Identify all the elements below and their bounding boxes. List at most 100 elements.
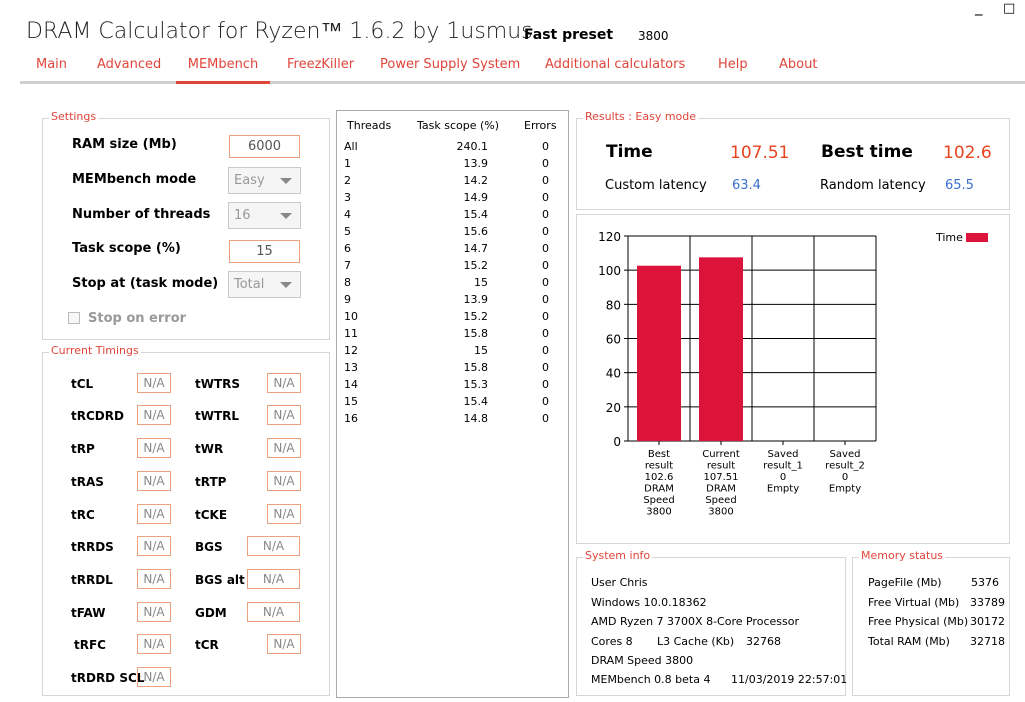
time-value: 107.51 <box>730 143 790 163</box>
thread-cell: 9 <box>344 293 351 306</box>
memory-label: Total RAM (Mb) <box>868 635 950 648</box>
timing-value: N/A <box>137 569 171 589</box>
tab-help[interactable]: Help <box>718 56 748 81</box>
results-group: Results : Easy mode Time 107.51 Best tim… <box>576 110 1010 210</box>
x-tick-label: DRAM <box>644 484 674 495</box>
thread-cell: 13 <box>344 361 358 374</box>
legend-label: Time <box>935 231 963 244</box>
timing-label: tRFC <box>74 638 106 652</box>
x-tick-label: 102.6 <box>645 472 674 483</box>
minimize-button[interactable]: _ <box>975 0 983 16</box>
timing-value: N/A <box>137 602 171 622</box>
timing-label: BGS alt <box>195 573 245 587</box>
x-tick-label: Speed <box>643 495 674 506</box>
ram-size-label: RAM size (Mb) <box>72 137 177 152</box>
membench-mode-select[interactable]: Easy <box>228 167 301 194</box>
stop-at-label: Stop at (task mode) <box>72 276 219 291</box>
table-row: 13 15.8 0 <box>337 361 568 378</box>
system-cores: Cores 8 <box>591 635 633 648</box>
thread-cell: 6 <box>344 242 351 255</box>
errors-cell: 0 <box>542 225 549 238</box>
tab-main[interactable]: Main <box>36 56 67 81</box>
timing-value: N/A <box>137 634 171 654</box>
threads-label: Number of threads <box>72 207 211 222</box>
maximize-button[interactable]: □ <box>1003 1 1015 16</box>
task-scope-input[interactable]: 15 <box>229 240 300 263</box>
legend-swatch <box>966 233 988 242</box>
tab-membench[interactable]: MEMbench <box>176 56 270 84</box>
task-scope-cell: 15.2 <box>463 259 489 272</box>
errors-cell: 0 <box>542 140 549 153</box>
system-cpu: AMD Ryzen 7 3700X 8-Core Processor <box>591 615 799 628</box>
x-tick-label: Saved <box>768 449 799 460</box>
thread-cell: 4 <box>344 208 351 221</box>
membench-mode-label: MEMbench mode <box>72 172 197 187</box>
table-row: 6 14.7 0 <box>337 242 568 259</box>
task-scope-cell: 240.1 <box>456 140 489 153</box>
stop-on-error-checkbox[interactable] <box>68 312 80 324</box>
membench-mode-value: Easy <box>234 173 265 188</box>
x-tick-label: result <box>645 461 673 472</box>
timing-label: tWTRS <box>195 377 241 391</box>
tab-additional-calculators[interactable]: Additional calculators <box>545 56 685 81</box>
custom-latency-value: 63.4 <box>732 178 761 193</box>
chart-bar <box>637 265 681 441</box>
tab-about[interactable]: About <box>779 56 817 81</box>
threads-select[interactable]: 16 <box>228 202 301 229</box>
x-tick-label: Empty <box>829 484 861 495</box>
memory-status-group-label: Memory status <box>859 549 946 562</box>
settings-group: Settings RAM size (Mb) 6000 MEMbench mod… <box>42 110 330 340</box>
thread-cell: All <box>344 140 358 153</box>
timing-value: N/A <box>247 536 300 556</box>
tab-power-supply-system[interactable]: Power Supply System <box>380 56 520 81</box>
thread-cell: 2 <box>344 174 351 187</box>
timing-label: tWTRL <box>195 409 240 423</box>
timing-value: N/A <box>137 405 171 425</box>
stop-at-select[interactable]: Total <box>228 271 301 298</box>
timing-value: N/A <box>137 438 171 458</box>
tab-bar: Main Advanced MEMbench FreezKiller Power… <box>20 56 1025 84</box>
errors-cell: 0 <box>542 327 549 340</box>
errors-cell: 0 <box>542 378 549 391</box>
timing-label: tRAS <box>71 475 104 489</box>
errors-cell: 0 <box>542 412 549 425</box>
system-l3-value: 32768 <box>746 635 781 648</box>
timings-group-label: Current Timings <box>49 344 141 357</box>
x-tick-label: result <box>707 461 735 472</box>
system-dram-speed: DRAM Speed 3800 <box>591 654 694 667</box>
timing-label: GDM <box>195 606 227 620</box>
thread-cell: 5 <box>344 225 351 238</box>
x-tick-label: Speed <box>705 495 736 506</box>
preset-label: Fast preset <box>524 27 614 43</box>
thread-cell: 10 <box>344 310 358 323</box>
x-tick-label: Best <box>648 449 670 460</box>
tab-advanced[interactable]: Advanced <box>97 56 161 81</box>
thread-cell: 15 <box>344 395 358 408</box>
timing-label: tRDRD SCL <box>71 671 145 685</box>
x-tick-label: 107.51 <box>704 472 739 483</box>
table-row: 14 15.3 0 <box>337 378 568 395</box>
random-latency-value: 65.5 <box>945 178 974 193</box>
memory-value: 30172 <box>970 615 1005 628</box>
table-row: 10 15.2 0 <box>337 310 568 327</box>
timing-value: N/A <box>267 504 301 524</box>
errors-cell: 0 <box>542 361 549 374</box>
timing-label: tFAW <box>71 606 106 620</box>
timing-value: N/A <box>267 373 301 393</box>
memory-value: 33789 <box>970 596 1005 609</box>
stop-on-error-label: Stop on error <box>88 311 187 326</box>
chevron-down-icon <box>280 282 292 288</box>
task-scope-cell: 13.9 <box>463 157 489 170</box>
table-row: 15 15.4 0 <box>337 395 568 412</box>
system-user: User Chris <box>591 576 648 589</box>
errors-cell: 0 <box>542 191 549 204</box>
system-version: MEMbench 0.8 beta 4 <box>591 673 711 686</box>
table-row: All 240.1 0 <box>337 140 568 157</box>
task-scope-cell: 15 <box>474 276 488 289</box>
y-tick-label: 60 <box>606 333 621 347</box>
ram-size-input[interactable]: 6000 <box>229 135 300 158</box>
task-scope-cell: 14.9 <box>463 191 489 204</box>
timing-label: tRRDS <box>71 540 114 554</box>
thread-cell: 14 <box>344 378 358 391</box>
tab-freezkiller[interactable]: FreezKiller <box>287 56 354 81</box>
